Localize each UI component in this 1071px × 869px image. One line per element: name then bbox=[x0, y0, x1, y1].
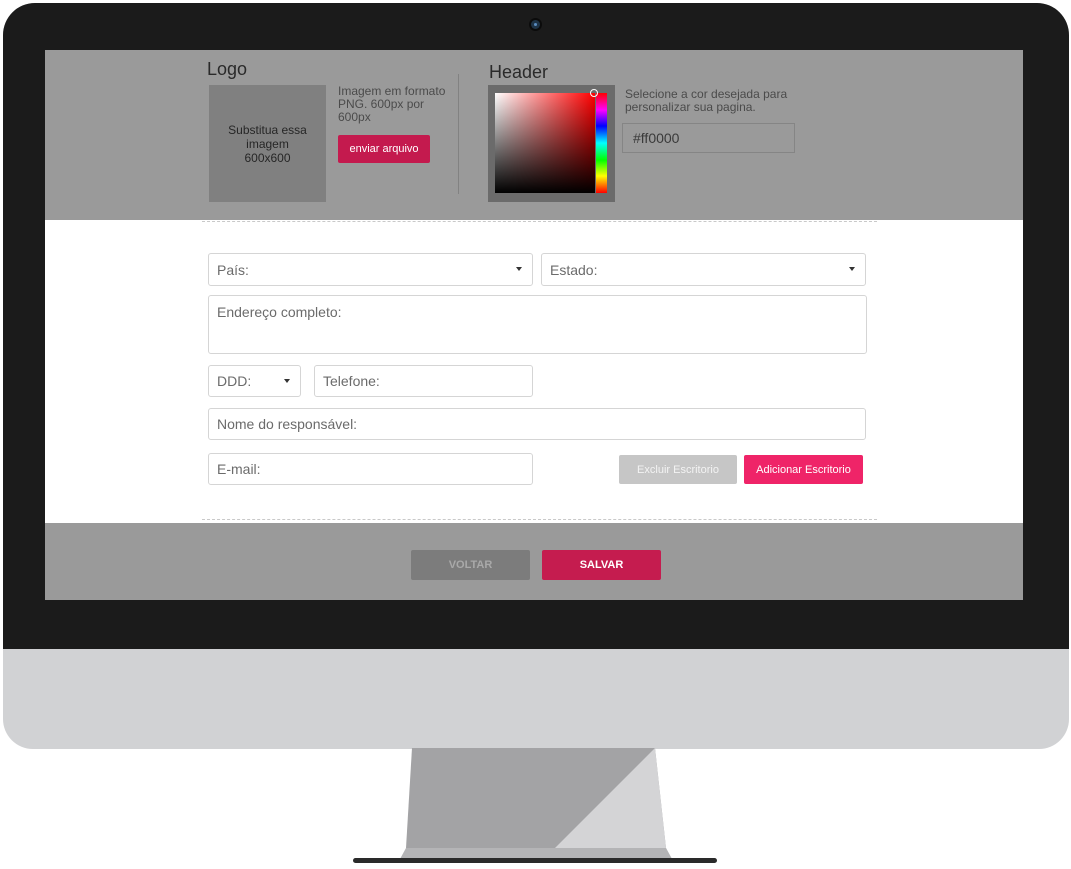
upload-file-button[interactable]: enviar arquivo bbox=[338, 135, 430, 163]
header-section-title: Header bbox=[489, 62, 549, 82]
logo-placeholder-image[interactable]: Substitua essa imagem 600x600 bbox=[209, 85, 326, 202]
color-picker[interactable] bbox=[488, 85, 615, 202]
saturation-field[interactable] bbox=[495, 93, 595, 193]
state-select[interactable]: Estado: bbox=[541, 253, 866, 286]
header-instructions: Selecione a cor desejada para personaliz… bbox=[625, 87, 788, 114]
ddd-select-label: DDD: bbox=[217, 373, 252, 389]
color-handle[interactable] bbox=[590, 89, 598, 97]
hue-slider[interactable] bbox=[596, 93, 607, 193]
dashed-separator-top bbox=[202, 221, 877, 222]
state-select-label: Estado: bbox=[550, 261, 598, 278]
monitor-stand bbox=[353, 748, 717, 863]
add-office-button[interactable]: Adicionar Escritorio bbox=[744, 455, 863, 484]
responsible-name-label: Nome do responsável: bbox=[217, 416, 358, 432]
color-hex-input[interactable] bbox=[622, 123, 795, 153]
responsible-name-field[interactable]: Nome do responsável: bbox=[208, 408, 866, 440]
delete-office-button[interactable]: Excluir Escritorio bbox=[619, 455, 737, 484]
phone-field-label: Telefone: bbox=[323, 373, 380, 389]
ddd-select[interactable]: DDD: bbox=[208, 365, 301, 397]
webcam-icon bbox=[531, 20, 540, 29]
phone-field[interactable]: Telefone: bbox=[314, 365, 533, 397]
email-field[interactable]: E-mail: bbox=[208, 453, 533, 485]
dashed-separator-bottom bbox=[202, 519, 877, 520]
section-divider bbox=[458, 74, 459, 194]
country-select-label: País: bbox=[217, 261, 249, 278]
email-field-label: E-mail: bbox=[217, 461, 261, 477]
address-field-label: Endereço completo: bbox=[217, 304, 342, 320]
monitor-chin bbox=[3, 649, 1069, 749]
logo-section-title: Logo bbox=[207, 59, 248, 79]
chevron-down-icon bbox=[284, 379, 290, 383]
screen: Logo Substitua essa imagem 600x600 Image… bbox=[45, 50, 1023, 600]
chevron-down-icon bbox=[516, 267, 522, 271]
logo-placeholder-text: Substitua essa imagem 600x600 bbox=[228, 122, 307, 165]
address-field[interactable]: Endereço completo: bbox=[208, 295, 867, 354]
footer-actions bbox=[45, 523, 1023, 600]
country-select[interactable]: País: bbox=[208, 253, 533, 286]
back-button[interactable]: VOLTAR bbox=[411, 550, 530, 580]
save-button[interactable]: SALVAR bbox=[542, 550, 661, 580]
logo-instructions: Imagem em formato PNG. 600px por 600px bbox=[338, 84, 446, 124]
chevron-down-icon bbox=[849, 267, 855, 271]
